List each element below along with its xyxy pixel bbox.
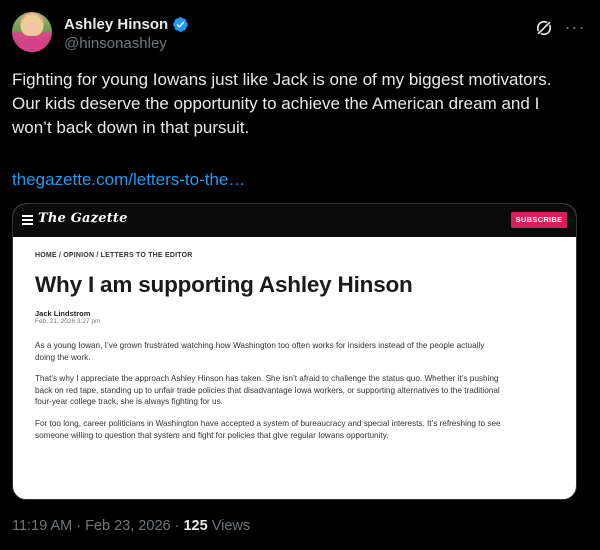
article-paragraph: That’s why I appreciate the approach Ash… bbox=[35, 374, 500, 407]
tweet-text: Fighting for young Iowans just like Jack… bbox=[12, 68, 588, 140]
tweet: Ashley Hinson @hinsonashley ··· Fighting… bbox=[0, 0, 600, 550]
link-preview-card[interactable]: The Gazette SUBSCRIBE HOME / OPINION / L… bbox=[12, 203, 577, 500]
separator: · bbox=[76, 518, 82, 534]
tweet-date[interactable]: Feb 23, 2026 bbox=[85, 518, 170, 534]
tweet-text-line: Our kids deserve the opportunity to achi… bbox=[12, 94, 540, 113]
article-author: Jack Lindstrom bbox=[35, 309, 91, 318]
more-options-icon[interactable]: ··· bbox=[564, 16, 586, 38]
views-count: 125 bbox=[183, 518, 208, 534]
tweet-metadata: 11:19 AM · Feb 23, 2026 · 125 Views bbox=[12, 518, 250, 534]
tweet-time[interactable]: 11:19 AM bbox=[12, 518, 72, 534]
article-body: As a young Iowan, I’ve grown frustrated … bbox=[35, 340, 505, 451]
views-label: Views bbox=[211, 518, 251, 534]
newspaper-masthead: The Gazette bbox=[38, 211, 128, 226]
article-preview: HOME / OPINION / LETTERS TO THE EDITOR W… bbox=[35, 252, 555, 440]
tweet-text-line: won’t back down in that pursuit. bbox=[12, 118, 250, 137]
author-names: Ashley Hinson @hinsonashley bbox=[64, 14, 189, 52]
article-date: Feb. 21, 2026 3:27 pm bbox=[35, 318, 101, 325]
grok-icon[interactable] bbox=[534, 18, 554, 38]
avatar[interactable] bbox=[12, 12, 52, 52]
subscribe-button: SUBSCRIBE bbox=[511, 212, 567, 228]
tweet-header: Ashley Hinson @hinsonashley ··· bbox=[12, 12, 588, 58]
display-name[interactable]: Ashley Hinson bbox=[64, 16, 168, 33]
handle[interactable]: @hinsonashley bbox=[64, 35, 189, 52]
article-paragraph: For too long, career politicians in Wash… bbox=[35, 418, 501, 440]
tweet-text-line: Fighting for young Iowans just like Jack… bbox=[12, 70, 552, 89]
article-headline: Why I am supporting Ashley Hinson bbox=[35, 272, 413, 297]
hamburger-menu-icon bbox=[22, 215, 33, 225]
article-link[interactable]: thegazette.com/letters-to-the… bbox=[12, 168, 245, 192]
article-paragraph: As a young Iowan, I’ve grown frustrated … bbox=[35, 341, 485, 362]
separator: · bbox=[174, 518, 180, 534]
newspaper-top-bar: The Gazette SUBSCRIBE bbox=[13, 204, 576, 237]
verified-badge-icon bbox=[173, 16, 188, 32]
breadcrumb: HOME / OPINION / LETTERS TO THE EDITOR bbox=[35, 252, 193, 259]
